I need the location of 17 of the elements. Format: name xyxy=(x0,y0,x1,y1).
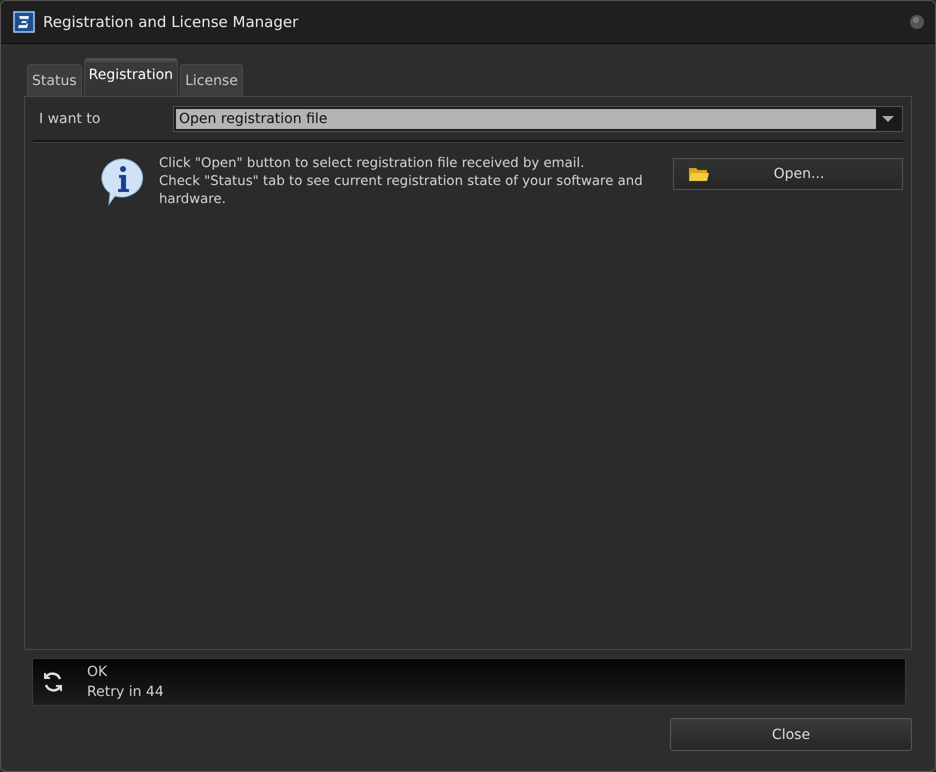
folder-icon xyxy=(688,165,710,183)
field-label: I want to xyxy=(38,111,102,127)
tab[interactable]: License xyxy=(180,64,243,96)
status-light-icon xyxy=(909,14,925,30)
info-text: Check "Status" tab to see current registration state of your software and xyxy=(159,173,644,191)
info-text: Click "Open" button to select registration file received by email. xyxy=(159,155,586,173)
tab[interactable]: Status xyxy=(27,64,82,96)
close-button[interactable]: Close xyxy=(670,718,912,751)
refresh-icon xyxy=(41,670,65,694)
tab[interactable]: Registration xyxy=(84,58,178,96)
action-dropdown[interactable]: Open registration file xyxy=(173,106,903,132)
status-text: OK xyxy=(87,663,108,682)
info-text: hardware. xyxy=(159,191,227,209)
window-title: Registration and License Manager xyxy=(43,13,300,31)
open-button[interactable]: Open... xyxy=(673,158,903,190)
status-text: Retry in 44 xyxy=(87,683,164,702)
app-logo-icon xyxy=(13,11,35,33)
